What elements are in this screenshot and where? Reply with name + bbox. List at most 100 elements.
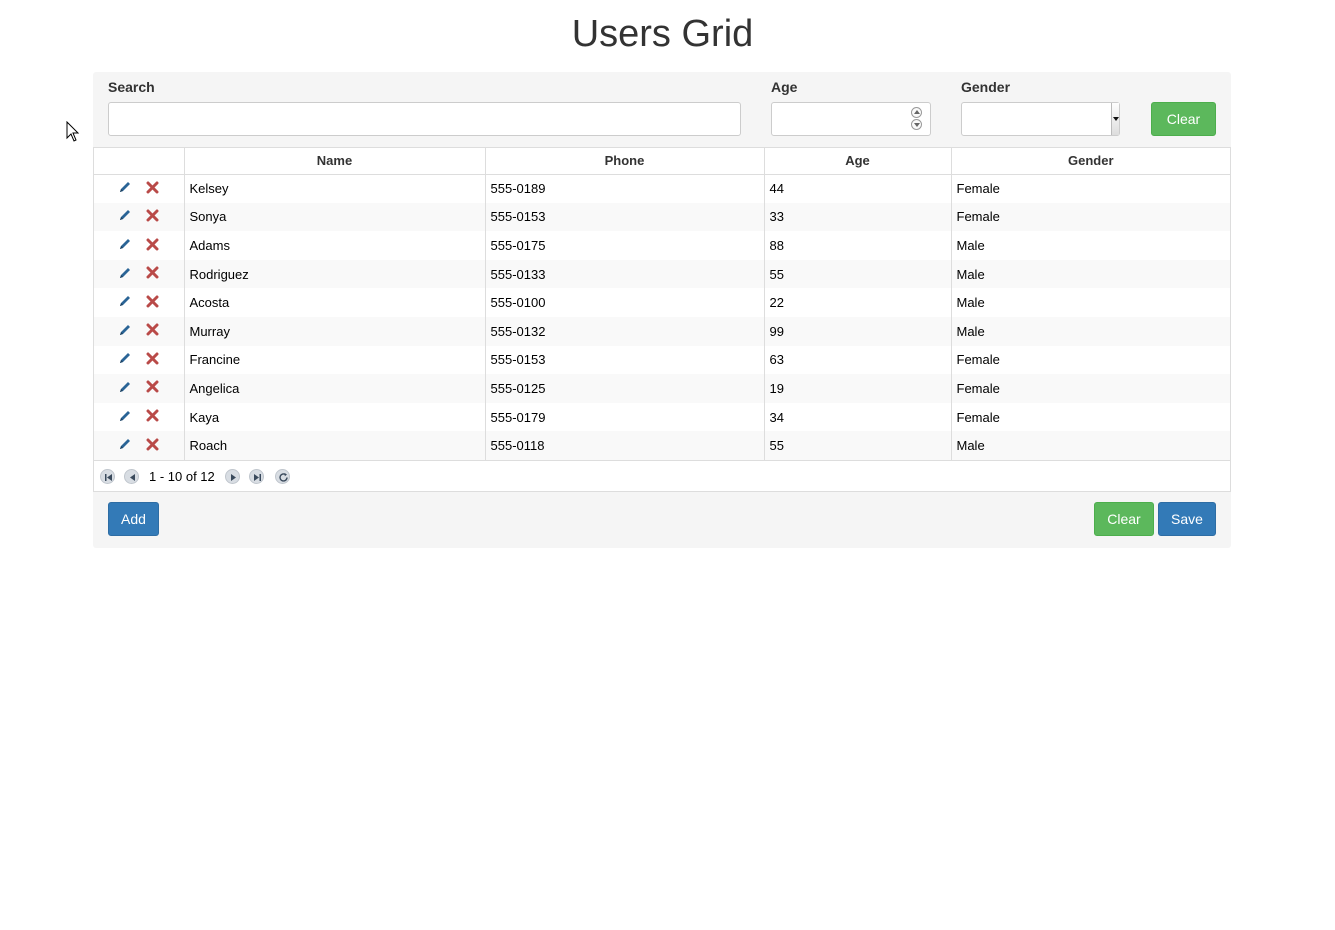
cell-phone: 555-0132	[485, 316, 765, 346]
cell-gender: Female	[956, 181, 1000, 197]
column-header-age[interactable]: Age	[764, 148, 952, 175]
footer-clear-button[interactable]: Clear	[1094, 502, 1154, 536]
cell-age: 33	[764, 202, 952, 232]
next-page-icon[interactable]	[225, 468, 240, 484]
delete-icon[interactable]	[146, 209, 159, 225]
first-page-icon[interactable]	[100, 468, 115, 484]
age-label: Age	[771, 79, 798, 95]
cell-gender: Male	[956, 237, 985, 253]
cell-name: Kelsey	[184, 174, 486, 203]
cell-name: Adams	[184, 231, 486, 260]
search-input[interactable]	[108, 102, 741, 136]
cell-gender: Female	[956, 352, 1000, 368]
column-header-name[interactable]: Name	[184, 148, 486, 175]
cell-phone: 555-0153	[485, 202, 765, 232]
table-row[interactable]: Francine 555-0153 63 Female	[94, 345, 1230, 375]
delete-icon[interactable]	[146, 409, 159, 425]
row-actions	[94, 374, 185, 403]
row-actions	[94, 431, 185, 460]
delete-icon[interactable]	[146, 380, 159, 396]
table-row[interactable]: Murray 555-0132 99 Male	[94, 316, 1230, 346]
column-header-gender[interactable]: Gender	[951, 148, 1230, 175]
cell-phone: 555-0133	[485, 259, 765, 289]
pager-info: 1 - 10 of 12	[149, 468, 215, 484]
pencil-icon[interactable]	[118, 351, 132, 368]
cell-phone: 555-0100	[485, 288, 765, 317]
cell-name: Francine	[184, 345, 486, 375]
pencil-icon[interactable]	[118, 437, 132, 454]
pencil-icon[interactable]	[118, 409, 132, 426]
pencil-icon[interactable]	[118, 380, 132, 397]
refresh-icon[interactable]	[275, 468, 290, 484]
pencil-icon[interactable]	[118, 266, 132, 283]
cell-age: 63	[764, 345, 952, 375]
cell-name: Murray	[184, 316, 486, 346]
cell-name: Angelica	[184, 374, 486, 403]
mouse-cursor-icon	[66, 121, 80, 142]
last-page-icon[interactable]	[249, 468, 264, 484]
filter-clear-button[interactable]: Clear	[1151, 102, 1216, 136]
cell-phone: 555-0175	[485, 231, 765, 260]
cell-phone: 555-0125	[485, 374, 765, 403]
table-row[interactable]: Acosta 555-0100 22 Male	[94, 288, 1230, 317]
cell-age: 34	[764, 402, 952, 432]
table-row[interactable]: Adams 555-0175 88 Male	[94, 231, 1230, 260]
cell-phone: 555-0189	[485, 174, 765, 203]
cell-phone: 555-0153	[485, 345, 765, 375]
delete-icon[interactable]	[146, 323, 159, 339]
gender-label: Gender	[961, 79, 1011, 95]
row-actions	[94, 174, 185, 203]
table-row[interactable]: Sonya 555-0153 33 Female	[94, 202, 1230, 232]
cell-gender: Female	[951, 374, 1230, 403]
table-row[interactable]: Roach 555-0118 55 Male	[94, 431, 1230, 460]
cell-gender: Male	[951, 316, 1230, 346]
row-actions	[94, 259, 185, 289]
delete-icon[interactable]	[146, 238, 159, 254]
cell-age: 44	[764, 174, 952, 203]
table-row[interactable]: Kaya 555-0179 34 Female	[94, 402, 1230, 432]
age-spinner[interactable]	[911, 107, 924, 131]
table-row[interactable]: Kelsey 555-0189 44 Female	[94, 174, 1230, 203]
column-header-phone[interactable]: Phone	[485, 148, 765, 175]
decrement-icon[interactable]	[911, 119, 922, 130]
delete-icon[interactable]	[146, 352, 159, 368]
cell-name: Rodriguez	[184, 259, 486, 289]
cell-age: 22	[764, 288, 952, 317]
page-title: Users Grid	[571, 13, 754, 55]
delete-icon[interactable]	[146, 266, 159, 282]
cell-age: 55	[764, 259, 952, 289]
pager: 1 - 10 of 12	[94, 459, 1230, 491]
cell-name: Sonya	[184, 202, 486, 232]
gender-select[interactable]	[961, 102, 1120, 136]
users-table: Name Phone Age Gender Kelsey 555-0189 44 Fe…	[94, 148, 1230, 460]
increment-icon[interactable]	[911, 107, 922, 118]
cell-name: Acosta	[184, 288, 486, 317]
save-button[interactable]: Save	[1158, 502, 1216, 536]
pencil-icon[interactable]	[118, 237, 132, 254]
row-actions	[94, 345, 185, 375]
pencil-icon[interactable]	[118, 180, 132, 197]
chevron-down-icon[interactable]	[1111, 103, 1119, 135]
cell-gender: Male	[956, 295, 985, 311]
delete-icon[interactable]	[146, 181, 159, 197]
add-button[interactable]: Add	[108, 502, 159, 536]
cell-gender: Male	[951, 431, 1230, 460]
table-row[interactable]: Angelica 555-0125 19 Female	[94, 374, 1230, 403]
cell-age: 55	[764, 431, 952, 460]
row-actions	[94, 202, 185, 232]
age-input[interactable]	[771, 102, 931, 136]
cell-name: Roach	[184, 431, 486, 460]
row-actions	[94, 231, 185, 260]
pencil-icon[interactable]	[118, 323, 132, 340]
pencil-icon[interactable]	[118, 208, 132, 225]
pencil-icon[interactable]	[118, 294, 132, 311]
users-grid: Name Phone Age Gender Kelsey 555-0189 44 Fe…	[93, 147, 1231, 492]
delete-icon[interactable]	[146, 438, 159, 454]
prev-page-icon[interactable]	[124, 468, 139, 484]
table-row[interactable]: Rodriguez 555-0133 55 Male	[94, 259, 1230, 289]
row-actions	[94, 402, 185, 432]
cell-gender: Female	[956, 409, 1000, 425]
cell-phone: 555-0118	[485, 431, 765, 460]
delete-icon[interactable]	[146, 295, 159, 311]
row-actions	[94, 316, 185, 346]
